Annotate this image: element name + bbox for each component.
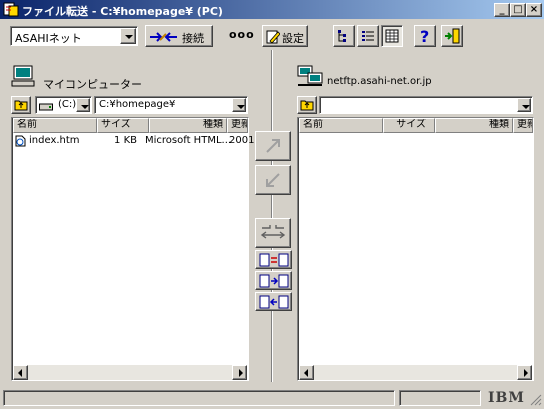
tree-view-icon[interactable] xyxy=(333,25,355,47)
settings-button[interactable]: 設定 xyxy=(262,25,308,47)
file-date: 2001 xyxy=(229,135,255,146)
computer-icon xyxy=(11,65,37,90)
scroll-left-icon[interactable] xyxy=(299,365,314,380)
maximize-button[interactable]: □ xyxy=(510,3,526,17)
scroll-right-icon[interactable] xyxy=(517,365,532,380)
chevron-down-icon[interactable] xyxy=(517,98,531,112)
local-horizontal-scrollbar[interactable] xyxy=(13,365,247,380)
remote-up-folder-icon[interactable] xyxy=(297,96,317,114)
remote-col-size[interactable]: サイズ xyxy=(383,118,435,133)
compare-button[interactable] xyxy=(255,250,292,269)
minimize-button[interactable]: _ xyxy=(494,3,510,17)
local-path-select[interactable]: C:¥homepage¥ xyxy=(94,96,248,114)
local-label: マイコンピューター xyxy=(43,78,142,91)
exit-door-icon[interactable] xyxy=(441,25,463,47)
file-type: Microsoft HTML... xyxy=(145,135,232,146)
status-progress-pane xyxy=(399,390,481,406)
list-view-icon[interactable] xyxy=(357,25,379,47)
remote-col-date[interactable]: 更新 xyxy=(513,118,533,133)
local-col-date[interactable]: 更新 xyxy=(227,118,248,133)
connect-button[interactable]: 接続 xyxy=(145,25,213,47)
drive-select[interactable]: (C:) xyxy=(35,96,92,114)
mirror-download-button[interactable] xyxy=(255,292,292,311)
local-path-value: C:¥homepage¥ xyxy=(99,99,176,110)
ibm-logo: IBM xyxy=(488,390,525,406)
window-title: ファイル転送 - C:¥homepage¥ (PC) xyxy=(22,5,223,18)
site-select-value: ASAHIネット xyxy=(15,32,82,45)
sync-button[interactable] xyxy=(255,218,291,248)
status-bar: IBM xyxy=(0,388,544,408)
chevron-down-icon[interactable] xyxy=(76,98,90,112)
scroll-left-icon[interactable] xyxy=(13,365,28,380)
settings-label: 設定 xyxy=(282,32,304,45)
connect-arrows-icon xyxy=(149,30,179,47)
html-file-icon xyxy=(15,135,26,150)
remote-col-type[interactable]: 種類 xyxy=(435,118,513,133)
settings-pencil-icon xyxy=(266,29,281,47)
local-up-folder-icon[interactable] xyxy=(11,96,31,114)
local-file-list[interactable]: 名前 サイズ 種類 更新 index.htm 1 KB Microsoft HT… xyxy=(11,117,254,381)
drive-icon xyxy=(39,101,53,114)
panel-splitter[interactable] xyxy=(271,50,273,382)
file-size: 1 KB xyxy=(114,135,137,146)
remote-label: netftp.asahi-net.or.jp xyxy=(327,76,432,87)
local-col-type[interactable]: 種類 xyxy=(149,118,227,133)
chevron-down-icon[interactable] xyxy=(232,98,246,112)
connect-label: 接続 xyxy=(182,32,204,45)
status-message-pane xyxy=(3,390,395,406)
table-row[interactable]: index.htm 1 KB Microsoft HTML... 2001 xyxy=(13,134,254,150)
help-icon[interactable]: ? xyxy=(414,25,436,47)
remote-horizontal-scrollbar[interactable] xyxy=(299,365,532,380)
local-col-size[interactable]: サイズ xyxy=(97,118,149,133)
remote-col-name[interactable]: 名前 xyxy=(299,118,383,133)
scroll-right-icon[interactable] xyxy=(232,365,247,380)
title-bar[interactable]: ファイル転送 - C:¥homepage¥ (PC) _ □ × xyxy=(0,0,544,19)
more-options-button[interactable]: ooo xyxy=(229,28,255,41)
local-col-name[interactable]: 名前 xyxy=(13,118,97,133)
ftp-app-icon xyxy=(3,2,19,17)
resize-grip-icon[interactable] xyxy=(530,394,542,409)
network-server-icon xyxy=(296,65,324,90)
details-view-icon[interactable] xyxy=(381,25,403,47)
download-button[interactable] xyxy=(255,165,291,195)
mirror-upload-button[interactable] xyxy=(255,271,292,290)
file-name: index.htm xyxy=(29,135,80,146)
remote-file-list[interactable]: 名前 サイズ 種類 更新 xyxy=(297,117,534,381)
chevron-down-icon[interactable] xyxy=(120,28,136,44)
upload-button[interactable] xyxy=(255,131,291,161)
close-button[interactable]: × xyxy=(526,3,542,17)
drive-value: (C:) xyxy=(58,99,77,110)
site-select[interactable]: ASAHIネット xyxy=(10,26,138,46)
remote-path-select[interactable] xyxy=(319,96,533,114)
